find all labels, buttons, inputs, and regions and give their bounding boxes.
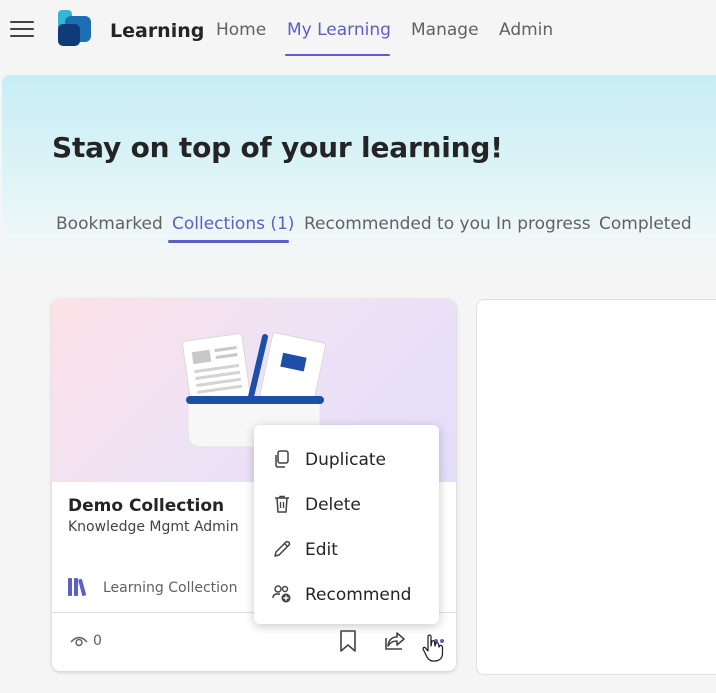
nav-my-learning[interactable]: My Learning [287,20,391,40]
hero-banner [2,75,716,270]
bookmark-icon[interactable] [336,628,360,654]
nav-manage[interactable]: Manage [411,20,479,40]
view-count: 0 [93,633,102,649]
menu-item-edit[interactable]: Edit [254,528,439,570]
hamburger-menu-icon[interactable] [10,19,34,39]
card-author: Knowledge Mgmt Admin [68,519,239,535]
page-title: Stay on top of your learning! [52,131,503,164]
hand-cursor-icon [422,634,444,662]
top-nav-bar: Learning Home My Learning Manage Admin [0,0,716,68]
menu-item-label: Delete [305,495,361,515]
menu-item-label: Duplicate [305,450,386,470]
collection-card-placeholder [476,299,716,675]
nav-active-indicator [285,54,390,56]
context-menu: Duplicate Delete Edit Recommend [254,425,439,624]
tab-collections[interactable]: Collections (1) [172,214,294,234]
library-icon [68,578,87,596]
app-title: Learning [110,20,205,42]
tab-in-progress[interactable]: In progress [496,214,591,234]
copy-icon [275,450,289,468]
tab-completed[interactable]: Completed [599,214,692,234]
card-title[interactable]: Demo Collection [68,496,224,516]
nav-admin[interactable]: Admin [499,20,553,40]
card-type-label: Learning Collection [103,580,238,596]
share-icon[interactable] [383,628,407,654]
tab-active-indicator [168,240,289,243]
eye-icon [70,636,88,647]
menu-item-label: Edit [305,540,338,560]
tab-recommended[interactable]: Recommended to you [304,214,491,234]
nav-home[interactable]: Home [216,20,266,40]
menu-item-recommend[interactable]: Recommend [254,573,439,615]
trash-icon [275,495,289,513]
tab-bookmarked[interactable]: Bookmarked [56,214,163,234]
learning-logo-icon [58,10,91,46]
menu-item-duplicate[interactable]: Duplicate [254,438,439,480]
person-add-icon [272,585,291,603]
menu-item-delete[interactable]: Delete [254,483,439,525]
menu-item-label: Recommend [305,585,412,605]
pencil-icon [274,540,291,557]
